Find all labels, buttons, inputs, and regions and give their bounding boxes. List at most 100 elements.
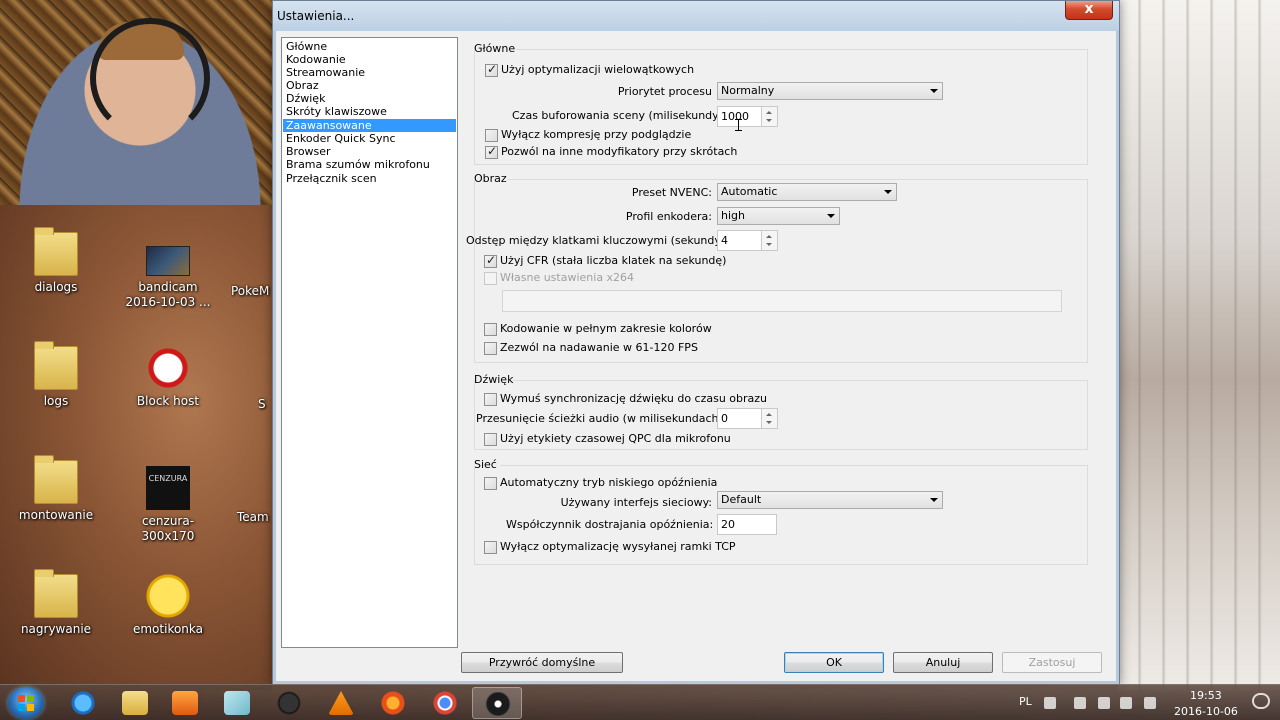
keyboard-icon[interactable]	[1044, 697, 1056, 709]
nav-item-obraz[interactable]: Obraz	[283, 79, 456, 92]
qpc-timestamp-checkbox[interactable]	[484, 433, 497, 446]
settings-category-list[interactable]: Główne Kodowanie Streamowanie Obraz Dźwi…	[281, 37, 458, 648]
high-fps-checkbox[interactable]	[484, 342, 497, 355]
taskbar-vlc[interactable]	[316, 687, 366, 719]
taskbar-file-explorer[interactable]	[110, 687, 160, 719]
desktop-icon-montowanie[interactable]: montowanie	[8, 455, 104, 523]
multithread-checkbox[interactable]	[485, 62, 498, 77]
network-icon[interactable]	[1098, 697, 1110, 709]
nav-item-streamowanie[interactable]: Streamowanie	[283, 66, 456, 79]
nav-item-browser[interactable]: Browser	[283, 145, 456, 158]
taskbar-chrome[interactable]	[420, 687, 470, 719]
taskbar-internet-explorer[interactable]	[58, 687, 108, 719]
chevron-down-icon	[827, 214, 835, 218]
desktop-icon-label: montowanie	[18, 508, 94, 522]
nav-item-glowne[interactable]: Główne	[283, 40, 456, 53]
network-interface-label: Używany interfejs sieciowy:	[560, 496, 712, 509]
audio-offset-input[interactable]: 0	[717, 408, 762, 429]
restore-defaults-button[interactable]: Przywróć domyślne	[461, 652, 623, 673]
arrow-down-icon	[766, 119, 772, 122]
signal-icon[interactable]	[1120, 697, 1132, 709]
audio-offset-label: Przesunięcie ścieżki audio (w milisekund…	[476, 412, 727, 425]
keyframe-interval-input[interactable]: 4	[717, 230, 762, 251]
disable-tcp-optimization-checkbox[interactable]	[484, 541, 497, 554]
low-latency-checkbox[interactable]	[484, 477, 497, 490]
desktop-icon-logs[interactable]: logs	[8, 341, 104, 409]
qpc-timestamp-label: Użyj etykiety czasowej QPC dla mikrofonu	[500, 432, 731, 445]
custom-x264-input[interactable]	[502, 290, 1062, 312]
cancel-button[interactable]: Anuluj	[893, 652, 993, 673]
desktop-icon-cenzura[interactable]: CENZURA cenzura-300x170	[120, 466, 216, 544]
desktop-wallpaper-right	[1118, 0, 1280, 690]
clock-date[interactable]: 2016-10-06	[1174, 705, 1238, 718]
multithread-label: Użyj optymalizacji wielowątkowych	[501, 63, 695, 76]
nav-item-quick-sync[interactable]: Enkoder Quick Sync	[283, 132, 456, 145]
desktop-icon-partial-pokem[interactable]: PokeM	[231, 284, 271, 298]
network-interface-dropdown[interactable]: Default	[717, 491, 943, 509]
disable-preview-compression-checkbox[interactable]	[485, 129, 498, 142]
taskbar-notepad[interactable]	[212, 687, 262, 719]
desktop-icon-bandicam[interactable]: bandicam 2016-10-03 ...	[120, 246, 216, 310]
weather-icon[interactable]	[1252, 693, 1270, 709]
arrow-up-icon	[766, 413, 772, 416]
nav-item-noise-gate[interactable]: Brama szumów mikrofonu	[283, 158, 456, 171]
desktop-icon-nagrywanie[interactable]: nagrywanie	[8, 569, 104, 637]
desktop-icon-emotikonka[interactable]: emotikonka	[120, 574, 216, 637]
buffer-time-stepper[interactable]	[761, 106, 778, 127]
taskbar-app[interactable]	[264, 687, 314, 719]
priority-dropdown[interactable]: Normalny	[717, 82, 943, 100]
priority-label: Priorytet procesu	[617, 85, 712, 98]
volume-icon[interactable]	[1144, 697, 1156, 709]
folder-icon	[34, 455, 78, 504]
taskbar-firefox[interactable]	[368, 687, 418, 719]
apply-button[interactable]: Zastosuj	[1002, 652, 1102, 673]
internet-explorer-icon	[70, 691, 96, 715]
nav-item-skroty[interactable]: Skróty klawiszowe	[283, 105, 456, 118]
video-thumbnail-icon	[146, 246, 190, 276]
close-button[interactable]: x	[1065, 1, 1113, 20]
buffer-time-input[interactable]: 1000	[717, 106, 762, 127]
keyframe-interval-stepper[interactable]	[761, 230, 778, 251]
nav-item-scene-switcher[interactable]: Przełącznik scen	[283, 172, 456, 185]
priority-value: Normalny	[721, 84, 775, 97]
nav-item-dzwiek[interactable]: Dźwięk	[283, 92, 456, 105]
custom-x264-checkbox[interactable]	[484, 272, 497, 285]
dialog-title: Ustawienia...	[277, 9, 355, 23]
encoder-profile-dropdown[interactable]: high	[717, 207, 840, 225]
network-interface-value: Default	[721, 493, 762, 506]
nvenc-preset-value: Automatic	[721, 185, 778, 198]
desktop-icon-dialogs[interactable]: dialogs	[8, 227, 104, 295]
audio-offset-stepper[interactable]	[761, 408, 778, 429]
emoticon-icon	[146, 574, 190, 618]
start-button[interactable]	[8, 687, 44, 719]
chevron-down-icon	[930, 89, 938, 93]
nvenc-preset-dropdown[interactable]: Automatic	[717, 183, 897, 201]
force-audio-sync-checkbox[interactable]	[484, 393, 497, 406]
clock-time[interactable]: 19:53	[1190, 689, 1222, 702]
image-thumbnail-icon: CENZURA	[146, 466, 190, 510]
encoder-profile-value: high	[721, 209, 745, 222]
firefox-icon	[380, 691, 406, 715]
keyframe-interval-label: Odstęp między klatkami kluczowymi (sekun…	[466, 234, 725, 247]
windows-logo-icon	[18, 695, 34, 711]
ok-button[interactable]: OK	[784, 652, 884, 673]
nav-item-zaawansowane[interactable]: Zaawansowane	[283, 119, 456, 132]
tray-arrow-icon[interactable]	[1074, 697, 1086, 709]
language-indicator[interactable]: PL	[1019, 695, 1032, 708]
full-range-checkbox[interactable]	[484, 323, 497, 336]
latency-factor-input[interactable]: 20	[717, 514, 777, 535]
desktop-icon-block-host[interactable]: Block host	[120, 346, 216, 409]
allow-modifiers-checkbox[interactable]	[485, 144, 498, 159]
arrow-up-icon	[766, 111, 772, 114]
dialog-titlebar[interactable]: Ustawienia... x	[273, 1, 1119, 31]
desktop-icon-partial-team[interactable]: Team	[237, 510, 277, 524]
nav-item-kodowanie[interactable]: Kodowanie	[283, 53, 456, 66]
taskbar-obs[interactable]	[472, 687, 522, 719]
taskbar-media-player[interactable]	[160, 687, 210, 719]
desktop-icon-label: logs	[43, 394, 69, 408]
force-audio-sync-label: Wymuś synchronizację dźwięku do czasu ob…	[500, 392, 768, 405]
notepad-icon	[224, 691, 250, 715]
file-explorer-icon	[122, 691, 148, 715]
app-icon	[276, 691, 302, 715]
cfr-checkbox[interactable]	[484, 253, 497, 268]
